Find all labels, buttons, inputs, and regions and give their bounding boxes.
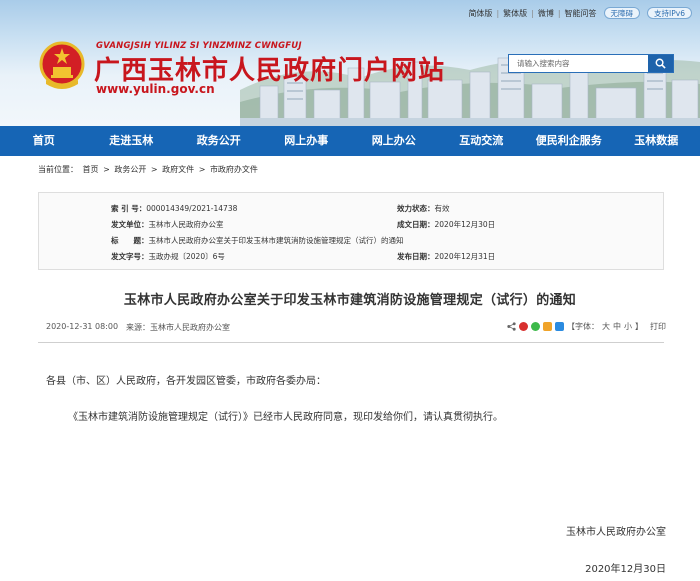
font-small-button[interactable]: 小 [624, 321, 632, 332]
nav-about-yulin[interactable]: 走进玉林 [88, 126, 176, 156]
site-domain: www.yulin.gov.cn [96, 82, 215, 96]
font-large-button[interactable]: 大 [602, 321, 610, 332]
article-paragraph: 《玉林市建筑消防设施管理规定（试行）》已经市人民政府同意，现印发给你们，请认真贯… [68, 412, 503, 423]
breadcrumb-sep: > [103, 165, 110, 174]
share-icon[interactable] [507, 322, 516, 331]
info-index: 索 引 号：000014349/2021-14738 [111, 204, 238, 213]
divider [38, 342, 664, 343]
breadcrumb-sep: > [198, 165, 206, 174]
traditional-link[interactable]: 繁体版 [503, 8, 527, 19]
font-size-close: 】 [635, 322, 643, 331]
article-date: 2020-12-31 08:00 [46, 322, 119, 331]
qa-link[interactable]: 智能问答 [565, 8, 597, 19]
separator: | [496, 8, 500, 18]
breadcrumb: 当前位置： 首页 > 政务公开 > 政府文件 > 市政府办文件 [38, 164, 260, 175]
separator: | [531, 8, 534, 18]
print-button[interactable]: 打印 [650, 321, 666, 332]
search-box [508, 54, 674, 73]
top-links-bar: 简体版 | 繁体版 | 微博 | 智能问答 无障碍 支持IPv6 [468, 7, 692, 19]
article-title: 玉林市人民政府办公室关于印发玉林市建筑消防设施管理规定（试行）的通知 [123, 293, 577, 308]
info-title: 标 题：玉林市人民政府办公室关于印发玉林市建筑消防设施管理规定（试行）的通知 [111, 236, 404, 245]
font-size-label: 【字体： [567, 322, 599, 331]
search-icon [655, 58, 666, 69]
accessible-button[interactable]: 无障碍 [603, 7, 641, 19]
breadcrumb-gov-docs[interactable]: 政府文件 [162, 165, 194, 174]
info-doc-number: 发文字号：玉政办规〔2020〕6号 [111, 252, 225, 261]
breadcrumb-home[interactable]: 首页 [83, 165, 99, 174]
ipv6-badge: 支持IPv6 [647, 7, 692, 19]
nav-gov-disclosure[interactable]: 政务公开 [175, 126, 263, 156]
document-info-table: 索 引 号：000014349/2021-14738 效力状态：有效 发文单位：… [38, 192, 664, 270]
nav-interaction[interactable]: 互动交流 [438, 126, 526, 156]
signature-date: 2020年12月30日 [585, 564, 666, 575]
info-status: 效力状态：有效 [397, 204, 450, 213]
article-salutation: 各县（市、区）人民政府，各开发园区管委，市政府各委办局： [46, 376, 326, 387]
weibo-link[interactable]: 微博 [538, 8, 554, 19]
info-published-date: 发布日期：2020年12月31日 [397, 252, 496, 261]
search-input[interactable] [509, 55, 649, 72]
nav-convenience[interactable]: 便民利企服务 [525, 126, 613, 156]
simplified-link[interactable]: 简体版 [468, 8, 492, 19]
nav-online-services[interactable]: 网上办事 [263, 126, 351, 156]
article-tools: 【字体： 大 中 小 】 打印 [507, 321, 666, 332]
info-created-date: 成文日期：2020年12月30日 [397, 220, 496, 229]
site-header: 简体版 | 繁体版 | 微博 | 智能问答 无障碍 支持IPv6 GVANGJS… [0, 0, 700, 126]
article-meta: 2020-12-31 08:00 来源：玉林市人民政府办公室 【字体： 大 中 … [46, 322, 666, 336]
wechat-share-icon[interactable] [531, 322, 540, 331]
breadcrumb-sep: > [150, 165, 158, 174]
nav-home[interactable]: 首页 [0, 126, 88, 156]
font-medium-button[interactable]: 中 [613, 321, 621, 332]
nav-yulin-data[interactable]: 玉林数据 [613, 126, 700, 156]
info-issuer: 发文单位：玉林市人民政府办公室 [111, 220, 224, 229]
breadcrumb-label: 当前位置： [38, 165, 78, 174]
search-button[interactable] [648, 55, 673, 72]
signature-org: 玉林市人民政府办公室 [566, 527, 666, 538]
breadcrumb-disclosure[interactable]: 政务公开 [114, 165, 146, 174]
separator: | [557, 8, 561, 18]
qzone-share-icon[interactable] [543, 322, 552, 331]
weibo-share-icon[interactable] [519, 322, 528, 331]
national-emblem-icon [39, 41, 85, 89]
qq-share-icon[interactable] [555, 322, 564, 331]
article-source: 来源：玉林市人民政府办公室 [126, 323, 230, 332]
nav-online-office[interactable]: 网上办公 [350, 126, 438, 156]
breadcrumb-office-docs[interactable]: 市政府办文件 [210, 165, 258, 174]
main-nav: 首页 走进玉林 政务公开 网上办事 网上办公 互动交流 便民利企服务 玉林数据 [0, 126, 700, 156]
